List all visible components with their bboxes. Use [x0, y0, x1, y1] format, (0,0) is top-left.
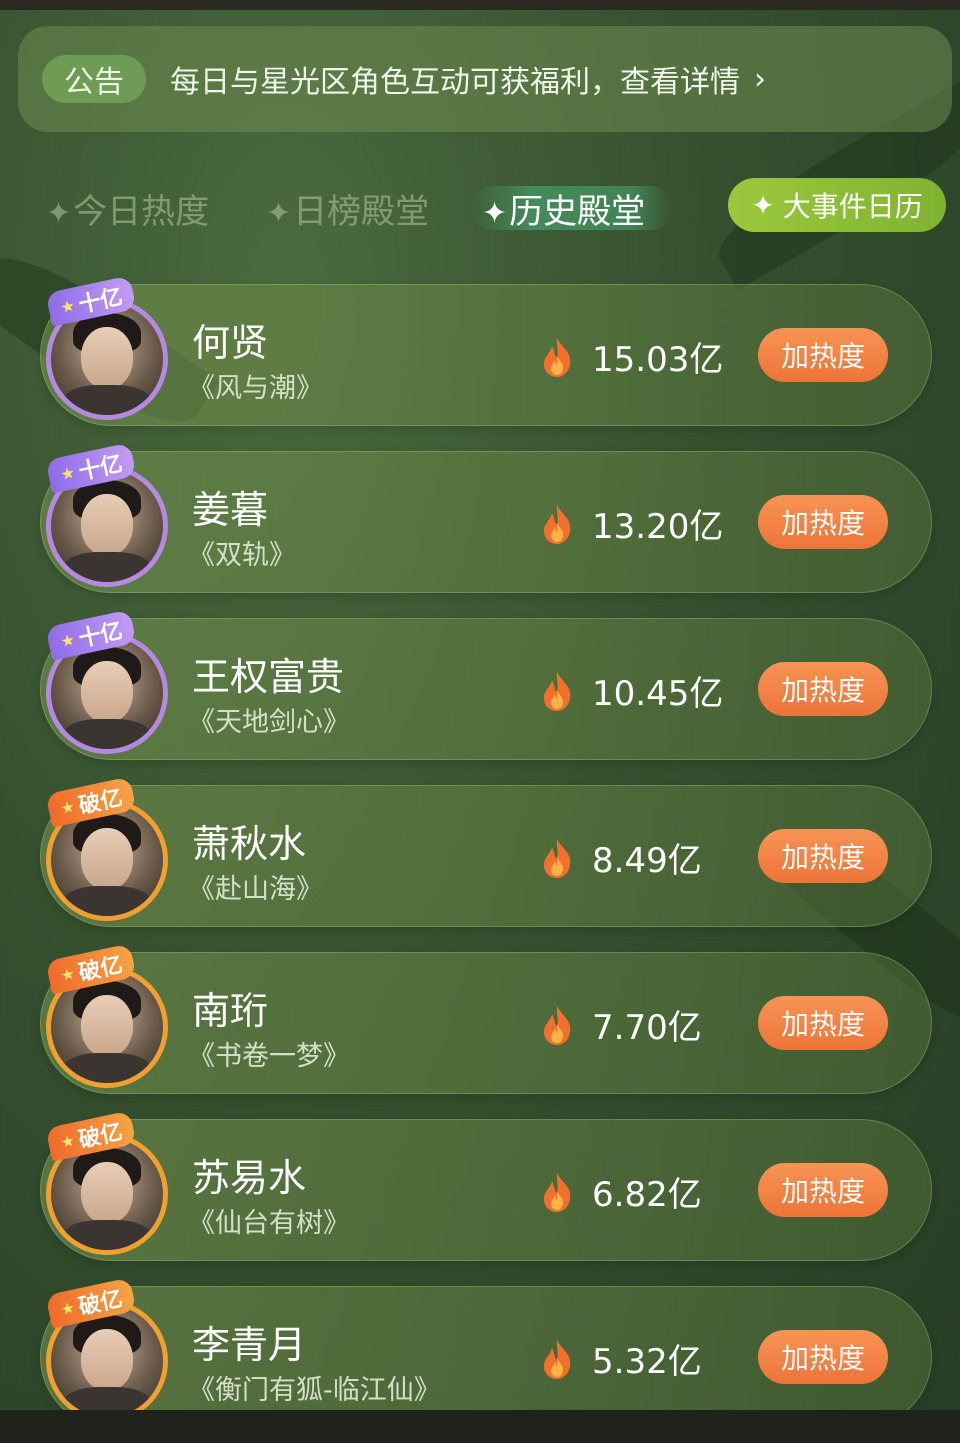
character-name: 姜暮	[192, 488, 269, 532]
event-calendar-button[interactable]: ✦ 大事件日历	[728, 178, 946, 232]
tab-today-heat[interactable]: ✦今日热度	[46, 184, 209, 233]
tab-history-hall[interactable]: ✦历史殿堂	[472, 184, 672, 233]
sparkle-icon: ✦	[482, 196, 508, 231]
heat-value: 5.32亿	[592, 1342, 702, 1382]
avatar-wrapper[interactable]: ★ 破亿	[45, 776, 168, 921]
work-title: 《双轨》	[188, 540, 296, 571]
heat-value: 8.49亿	[592, 841, 702, 881]
tab-label: 今日热度	[73, 192, 210, 232]
heat-value: 10.45亿	[592, 674, 724, 714]
top-edge	[0, 0, 960, 10]
work-title: 《书卷一梦》	[188, 1041, 350, 1072]
ranking-row[interactable]: ★ 破亿 苏易水《仙台有树》 6.82亿 加热度	[40, 1110, 932, 1261]
ranking-row[interactable]: ★ 破亿 李青月《衡门有狐-临江仙》 5.32亿 加热度	[40, 1277, 932, 1428]
fire-icon	[540, 837, 574, 879]
tab-label: 日榜殿堂	[293, 192, 430, 232]
add-heat-button[interactable]: 加热度	[758, 996, 888, 1050]
ranking-row[interactable]: ★ 破亿 萧秋水《赴山海》 8.49亿 加热度	[40, 776, 932, 927]
work-title: 《天地剑心》	[188, 707, 350, 738]
fire-icon	[540, 670, 574, 712]
fire-icon	[540, 1338, 574, 1380]
heat-value: 7.70亿	[592, 1008, 702, 1048]
event-calendar-label: 大事件日历	[782, 190, 923, 223]
star-icon: ★	[58, 1130, 77, 1152]
add-heat-button[interactable]: 加热度	[758, 829, 888, 883]
star-icon: ★	[58, 1297, 77, 1319]
character-name: 何贤	[192, 321, 269, 365]
chevron-right-icon[interactable]: ›	[754, 62, 766, 97]
tab-bar: ✦今日热度 ✦日榜殿堂 ✦历史殿堂 ✦ 大事件日历	[0, 178, 960, 238]
add-heat-button[interactable]: 加热度	[758, 495, 888, 549]
ranking-row[interactable]: ★ 十亿 王权富贵《天地剑心》 10.45亿 加热度	[40, 609, 932, 760]
avatar-wrapper[interactable]: ★ 破亿	[45, 1110, 168, 1255]
avatar-wrapper[interactable]: ★ 十亿	[45, 442, 168, 587]
add-heat-button[interactable]: 加热度	[758, 662, 888, 716]
tab-label: 历史殿堂	[509, 192, 646, 232]
announcement-bar[interactable]: 公告 每日与星光区角色互动可获福利，查看详情 ›	[18, 26, 952, 132]
avatar-wrapper[interactable]: ★ 十亿	[45, 275, 168, 420]
announcement-text[interactable]: 每日与星光区角色互动可获福利，查看详情	[170, 57, 740, 101]
fire-icon	[540, 1004, 574, 1046]
fire-icon	[540, 336, 574, 378]
star-icon: ★	[58, 629, 77, 651]
star-icon: ★	[58, 963, 77, 985]
heat-value: 6.82亿	[592, 1175, 702, 1215]
ranking-row[interactable]: ★ 十亿 何贤《风与潮》 15.03亿 加热度	[40, 275, 932, 426]
avatar-wrapper[interactable]: ★ 破亿	[45, 943, 168, 1088]
character-name: 李青月	[192, 1323, 307, 1367]
sparkle-icon: ✦	[266, 196, 292, 231]
tab-daily-hall[interactable]: ✦日榜殿堂	[266, 184, 429, 233]
work-title: 《仙台有树》	[188, 1208, 350, 1239]
character-name: 南珩	[192, 989, 269, 1033]
ranking-row[interactable]: ★ 十亿 姜暮《双轨》 13.20亿 加热度	[40, 442, 932, 593]
bottom-edge	[0, 1410, 960, 1443]
work-title: 《衡门有狐-临江仙》	[188, 1375, 441, 1406]
fire-icon	[540, 503, 574, 545]
announcement-tag: 公告	[42, 55, 146, 103]
sparkle-icon: ✦	[46, 196, 72, 231]
avatar-wrapper[interactable]: ★ 十亿	[45, 609, 168, 754]
ranking-row[interactable]: ★ 破亿 南珩《书卷一梦》 7.70亿 加热度	[40, 943, 932, 1094]
heat-value: 15.03亿	[592, 340, 724, 380]
add-heat-button[interactable]: 加热度	[758, 328, 888, 382]
add-heat-button[interactable]: 加热度	[758, 1163, 888, 1217]
work-title: 《赴山海》	[188, 874, 323, 905]
fire-icon	[540, 1171, 574, 1213]
character-name: 苏易水	[192, 1156, 307, 1200]
star-icon: ★	[58, 796, 77, 818]
work-title: 《风与潮》	[188, 373, 323, 404]
heat-value: 13.20亿	[592, 507, 724, 547]
character-name: 王权富贵	[192, 655, 345, 699]
star-icon: ★	[58, 295, 77, 317]
avatar-wrapper[interactable]: ★ 破亿	[45, 1277, 168, 1422]
character-name: 萧秋水	[192, 822, 307, 866]
sparkle-icon: ✦	[751, 188, 775, 222]
star-icon: ★	[58, 462, 77, 484]
add-heat-button[interactable]: 加热度	[758, 1330, 888, 1384]
